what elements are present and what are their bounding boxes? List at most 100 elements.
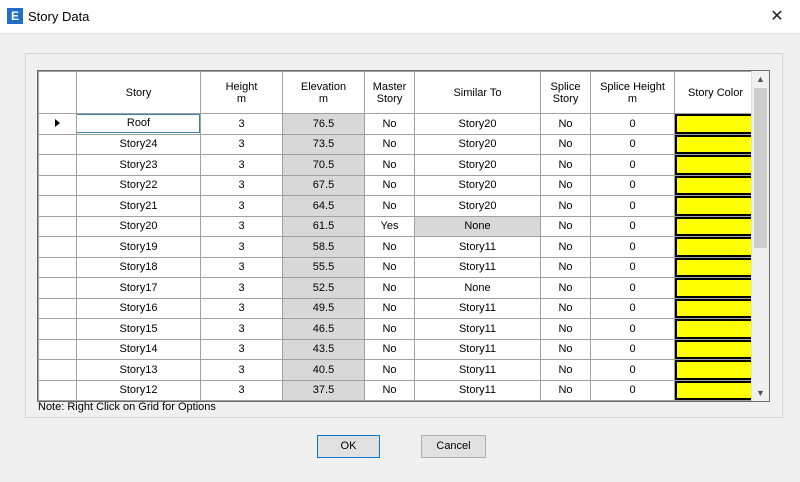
cell-similar[interactable]: Story20 — [414, 195, 541, 217]
cell-similar[interactable]: Story11 — [414, 338, 541, 360]
cell-similar[interactable]: Story11 — [414, 256, 541, 278]
row-selector[interactable] — [38, 195, 77, 217]
column-header-1[interactable]: Story — [76, 71, 201, 114]
cell-height[interactable]: 3 — [200, 338, 283, 360]
scroll-up-icon[interactable]: ▲ — [752, 71, 769, 87]
row-selector[interactable] — [38, 359, 77, 381]
cell-splice[interactable]: No — [540, 359, 591, 381]
cell-story-color[interactable] — [674, 154, 757, 176]
cell-story[interactable]: Roof — [76, 113, 201, 135]
cancel-button[interactable]: Cancel — [421, 435, 486, 458]
column-header-8[interactable]: Story Color — [674, 71, 757, 114]
story-color-swatch[interactable] — [675, 155, 756, 175]
cell-master[interactable]: No — [364, 133, 415, 155]
story-color-swatch[interactable] — [675, 114, 756, 134]
column-header-4[interactable]: Master Story — [364, 71, 415, 114]
story-color-swatch[interactable] — [675, 196, 756, 216]
cell-story-color[interactable] — [674, 236, 757, 258]
story-color-swatch[interactable] — [675, 278, 756, 298]
cell-height[interactable]: 3 — [200, 277, 283, 299]
cell-similar[interactable]: Story11 — [414, 297, 541, 319]
column-header-3[interactable]: Elevation m — [282, 71, 365, 114]
cell-story-color[interactable] — [674, 359, 757, 381]
cell-splice-height[interactable]: 0 — [590, 256, 675, 278]
cell-splice[interactable]: No — [540, 215, 591, 237]
cell-story[interactable]: Story24 — [76, 133, 201, 155]
story-color-swatch[interactable] — [675, 257, 756, 277]
cell-master[interactable]: No — [364, 359, 415, 381]
scroll-down-icon[interactable]: ▼ — [752, 385, 769, 401]
table-row[interactable]: Story18 3 55.5 No Story11 No 0 — [38, 256, 757, 278]
cell-story[interactable]: Story16 — [76, 297, 201, 319]
cell-similar[interactable]: Story20 — [414, 154, 541, 176]
cell-splice-height[interactable]: 0 — [590, 113, 675, 135]
cell-story[interactable]: Story19 — [76, 236, 201, 258]
cell-master[interactable]: No — [364, 236, 415, 258]
cell-story[interactable]: Story22 — [76, 174, 201, 196]
cell-splice[interactable]: No — [540, 154, 591, 176]
cell-height[interactable]: 3 — [200, 174, 283, 196]
cell-story[interactable]: Story18 — [76, 256, 201, 278]
cell-height[interactable]: 3 — [200, 318, 283, 340]
row-selector[interactable] — [38, 133, 77, 155]
cell-master[interactable]: No — [364, 379, 415, 401]
cell-story-color[interactable] — [674, 297, 757, 319]
table-row[interactable]: Story20 3 61.5 Yes None No 0 — [38, 215, 757, 237]
story-color-swatch[interactable] — [675, 237, 756, 257]
story-color-swatch[interactable] — [675, 319, 756, 339]
cell-height[interactable]: 3 — [200, 154, 283, 176]
story-color-swatch[interactable] — [675, 360, 756, 380]
cell-height[interactable]: 3 — [200, 359, 283, 381]
cell-splice-height[interactable]: 0 — [590, 338, 675, 360]
cell-splice[interactable]: No — [540, 338, 591, 360]
cell-story[interactable]: Story13 — [76, 359, 201, 381]
cell-story[interactable]: Story12 — [76, 379, 201, 401]
cell-story[interactable]: Story14 — [76, 338, 201, 360]
table-row[interactable]: Roof 3 76.5 No Story20 No 0 — [38, 113, 757, 135]
story-color-swatch[interactable] — [675, 175, 756, 195]
cell-master[interactable]: No — [364, 174, 415, 196]
cell-height[interactable]: 3 — [200, 113, 283, 135]
cell-story-color[interactable] — [674, 215, 757, 237]
story-color-swatch[interactable] — [675, 298, 756, 318]
cell-master[interactable]: No — [364, 277, 415, 299]
row-selector[interactable] — [38, 113, 77, 135]
cell-story-color[interactable] — [674, 174, 757, 196]
cell-splice-height[interactable]: 0 — [590, 195, 675, 217]
row-selector[interactable] — [38, 318, 77, 340]
cell-similar[interactable]: Story20 — [414, 113, 541, 135]
cell-splice[interactable]: No — [540, 297, 591, 319]
story-data-grid[interactable]: Story Height m Elevation m Master Story Similar… — [37, 70, 770, 402]
cell-similar[interactable]: Story11 — [414, 359, 541, 381]
table-row[interactable]: Story19 3 58.5 No Story11 No 0 — [38, 236, 757, 258]
row-selector[interactable] — [38, 174, 77, 196]
column-header-5[interactable]: Similar To — [414, 71, 541, 114]
cell-similar[interactable]: Story11 — [414, 318, 541, 340]
cell-height[interactable]: 3 — [200, 133, 283, 155]
cell-splice-height[interactable]: 0 — [590, 154, 675, 176]
cell-splice[interactable]: No — [540, 133, 591, 155]
column-header-2[interactable]: Height m — [200, 71, 283, 114]
table-row[interactable]: Story22 3 67.5 No Story20 No 0 — [38, 174, 757, 196]
cell-splice[interactable]: No — [540, 236, 591, 258]
cell-story[interactable]: Story23 — [76, 154, 201, 176]
cell-story-color[interactable] — [674, 195, 757, 217]
cell-master[interactable]: No — [364, 338, 415, 360]
row-selector[interactable] — [38, 338, 77, 360]
column-header-7[interactable]: Splice Height m — [590, 71, 675, 114]
cell-splice-height[interactable]: 0 — [590, 277, 675, 299]
story-name-editor[interactable]: Roof — [77, 114, 200, 134]
cell-height[interactable]: 3 — [200, 379, 283, 401]
story-color-swatch[interactable] — [675, 380, 756, 400]
table-row[interactable]: Story12 3 37.5 No Story11 No 0 — [38, 379, 757, 401]
row-selector[interactable] — [38, 215, 77, 237]
table-row[interactable]: Story16 3 49.5 No Story11 No 0 — [38, 297, 757, 319]
cell-similar[interactable]: None — [414, 215, 541, 237]
scroll-thumb[interactable] — [754, 88, 767, 248]
cell-story[interactable]: Story15 — [76, 318, 201, 340]
cell-master[interactable]: No — [364, 154, 415, 176]
column-header-0[interactable] — [38, 71, 77, 114]
cell-story-color[interactable] — [674, 318, 757, 340]
cell-splice[interactable]: No — [540, 379, 591, 401]
cell-splice[interactable]: No — [540, 256, 591, 278]
